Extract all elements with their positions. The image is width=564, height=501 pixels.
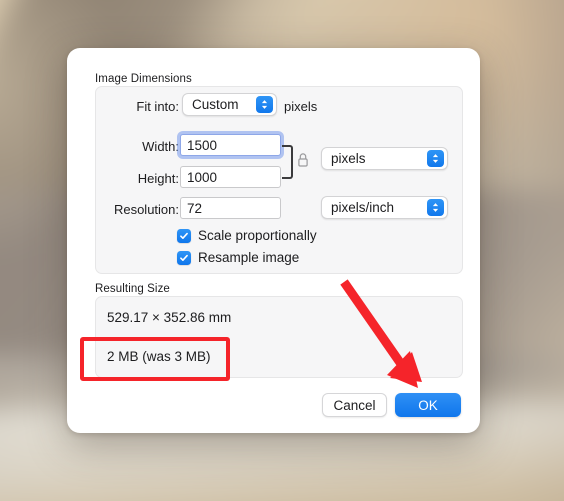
image-dimensions-title: Image Dimensions [95, 73, 192, 85]
checkmark-icon [177, 250, 191, 265]
fit-into-label: Fit into: [136, 99, 179, 114]
resolution-label: Resolution: [113, 202, 179, 217]
chevron-updown-icon[interactable] [256, 96, 273, 113]
resolution-value: 72 [187, 200, 203, 216]
dimension-link-bracket [282, 145, 293, 179]
fit-into-select[interactable]: Custom [182, 93, 277, 116]
chevron-updown-icon[interactable] [427, 150, 444, 167]
resample-image-label: Resample image [198, 250, 300, 265]
width-value: 1500 [187, 137, 218, 153]
scale-proportionally-label: Scale proportionally [198, 228, 317, 243]
annotation-arrow [330, 278, 440, 401]
resolution-input[interactable]: 72 [180, 197, 281, 219]
fit-into-unit-suffix: pixels [284, 99, 318, 114]
chevron-updown-icon[interactable] [427, 199, 444, 216]
resulting-size-title: Resulting Size [95, 283, 170, 295]
height-value: 1000 [187, 169, 218, 185]
resolution-unit-value: pixels/inch [331, 200, 395, 215]
width-label: Width: [142, 139, 179, 154]
size-unit-select[interactable]: pixels [321, 147, 448, 170]
height-input[interactable]: 1000 [180, 166, 281, 188]
resample-image-checkbox[interactable]: Resample image [177, 250, 299, 265]
checkmark-icon [177, 228, 191, 243]
height-label: Height: [137, 171, 179, 186]
lock-closed-icon[interactable] [297, 152, 309, 173]
width-input[interactable]: 1500 [180, 134, 281, 156]
annotation-highlight-rectangle [80, 337, 230, 381]
fit-into-value: Custom [192, 97, 239, 112]
resolution-unit-select[interactable]: pixels/inch [321, 196, 448, 219]
resulting-dimensions-text: 529.17 × 352.86 mm [107, 310, 232, 325]
scale-proportionally-checkbox[interactable]: Scale proportionally [177, 228, 317, 243]
size-unit-value: pixels [331, 151, 366, 166]
